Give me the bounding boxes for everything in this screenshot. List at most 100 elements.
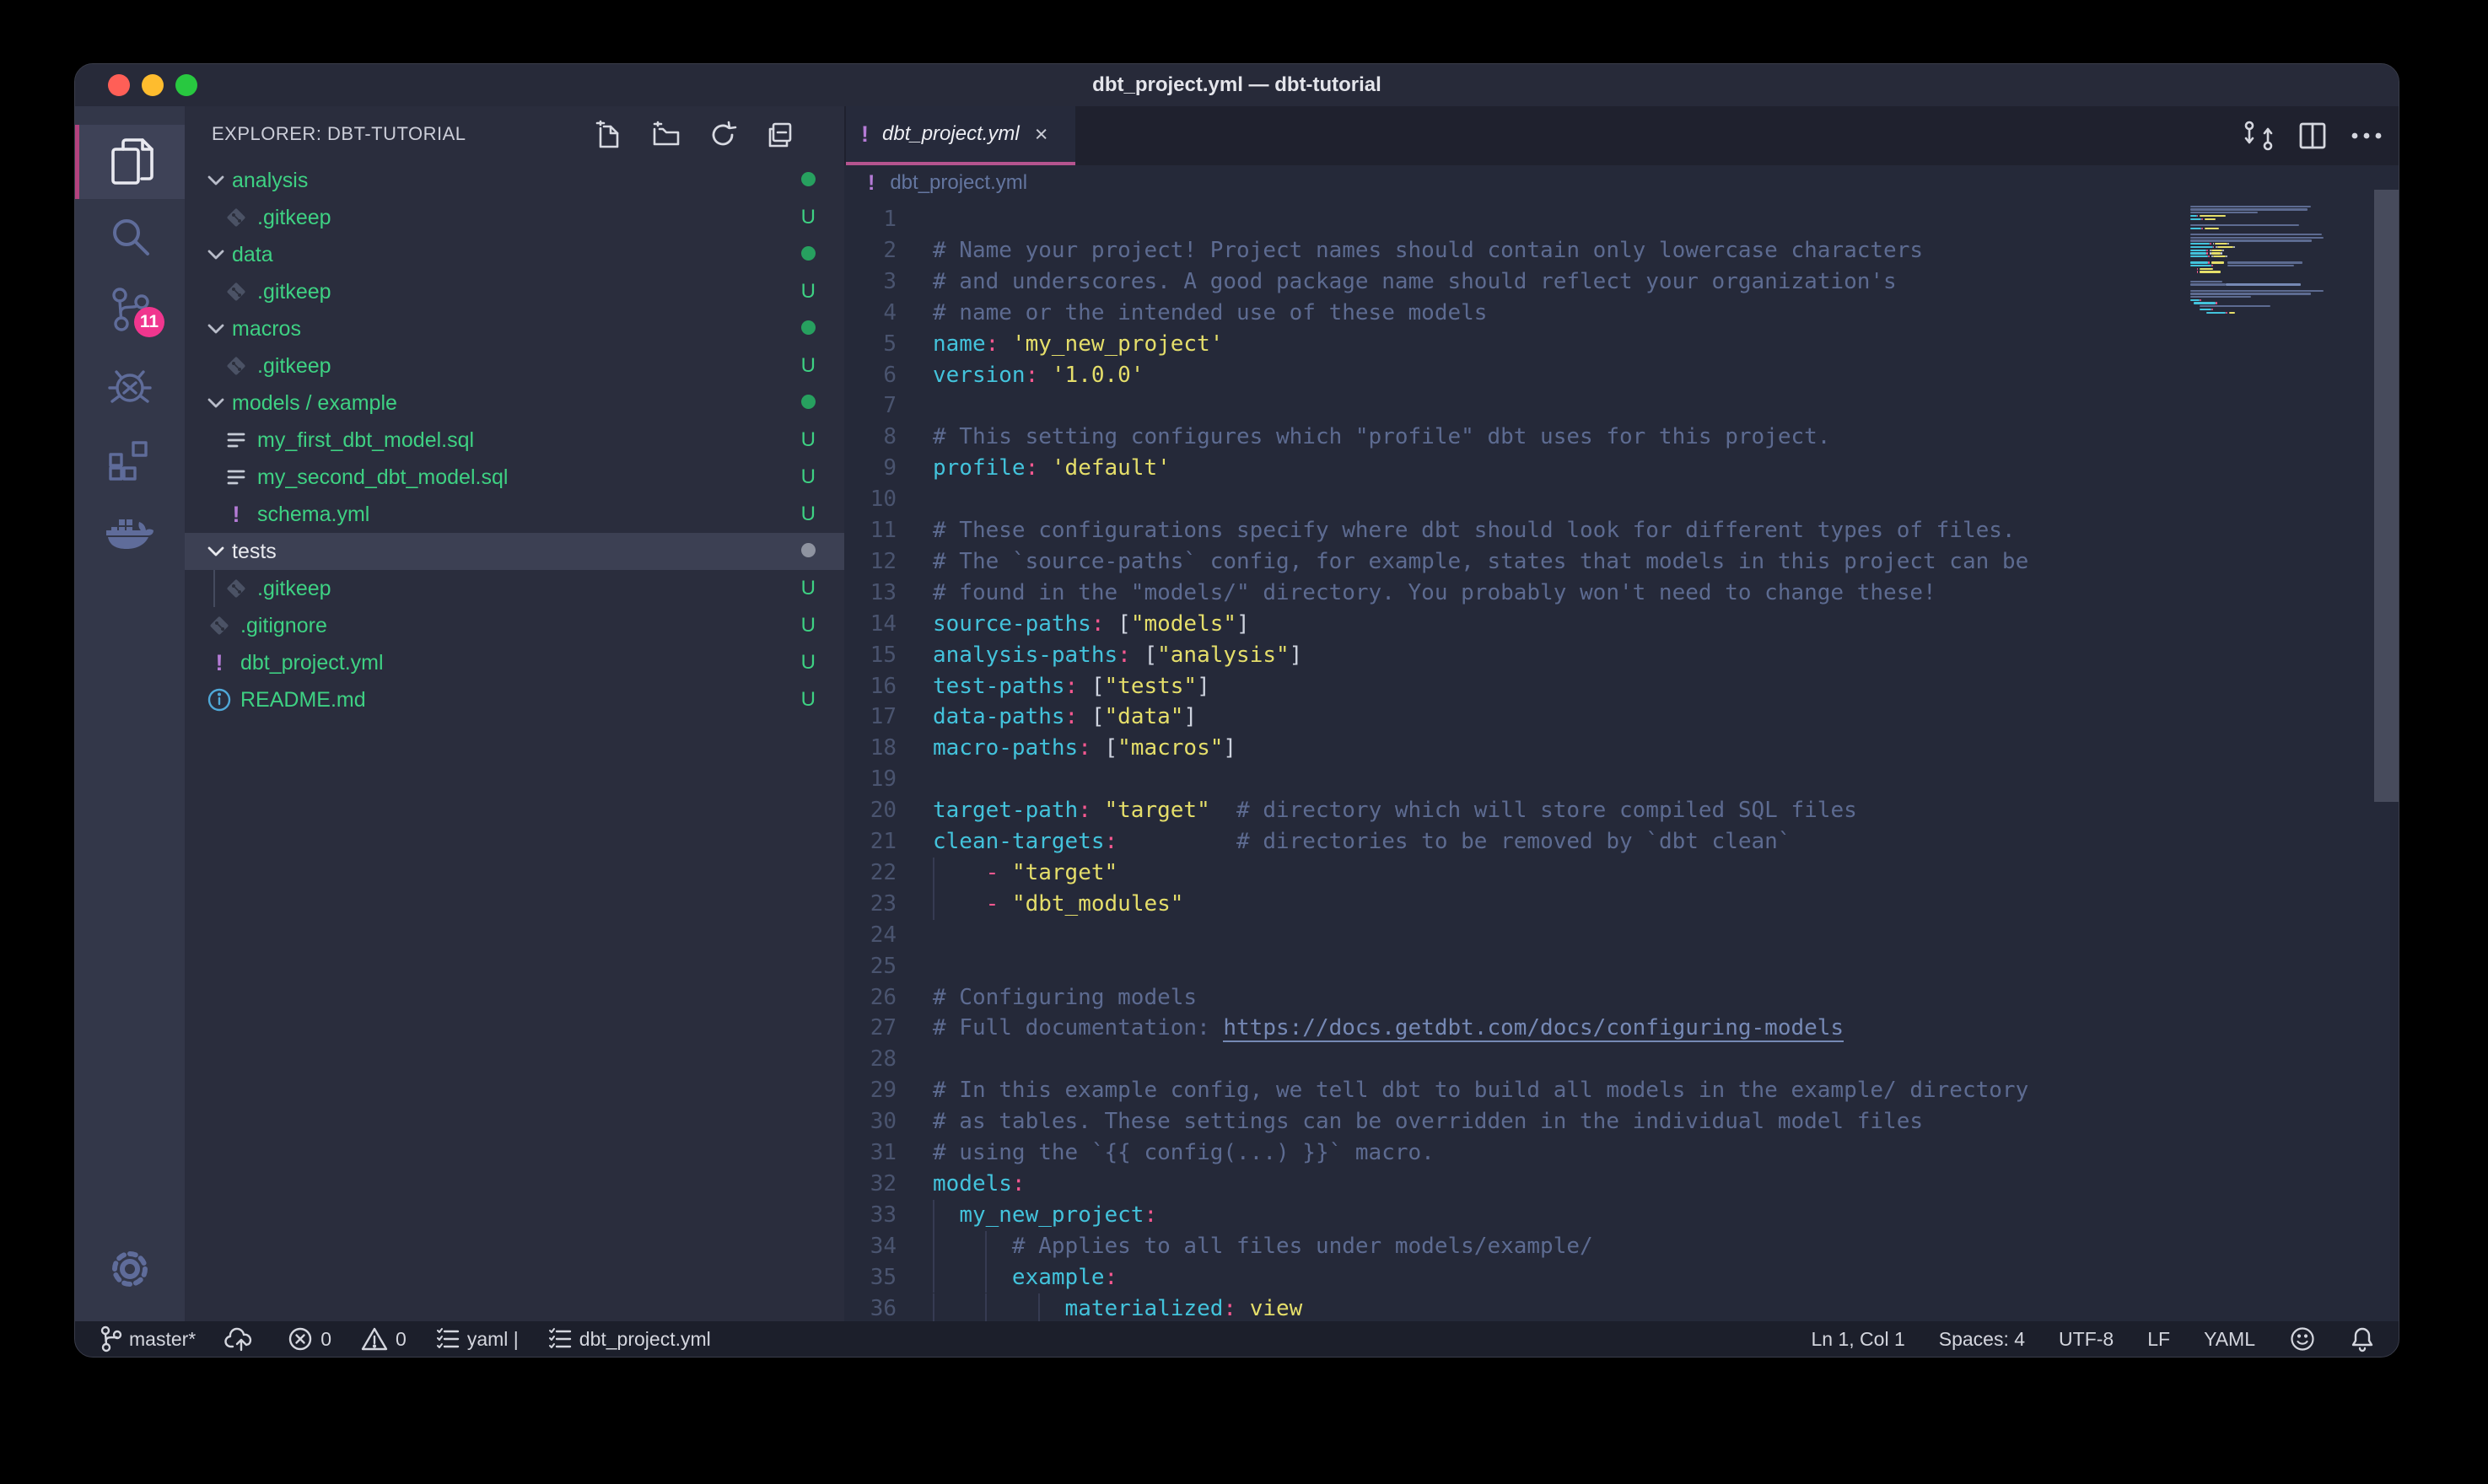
- doc-link[interactable]: https://docs.getdbt.com/docs/configuring…: [1223, 1015, 1844, 1042]
- tree-file-my-first-dbt-model-sql[interactable]: my_first_dbt_model.sqlU: [185, 422, 844, 459]
- status-lf[interactable]: LF: [2147, 1328, 2170, 1351]
- code-line[interactable]: # as tables. These settings can be overr…: [933, 1106, 1923, 1137]
- minimap-line: [2190, 296, 2251, 298]
- refresh-button[interactable]: [704, 116, 741, 153]
- code-line[interactable]: target-path: "target" # directory which …: [933, 795, 1857, 826]
- code-line[interactable]: data-paths: ["data"]: [933, 702, 1197, 733]
- close-tab-icon[interactable]: ×: [1035, 121, 1048, 148]
- code-line[interactable]: # The `source-paths` config, for example…: [933, 546, 2028, 578]
- code-line[interactable]: # using the `{{ config(...) }}` macro.: [933, 1137, 1435, 1169]
- activity-files[interactable]: [75, 125, 185, 199]
- activity-docker[interactable]: [75, 496, 185, 570]
- tree-file--gitkeep[interactable]: .gitkeepU: [185, 273, 844, 310]
- code-line[interactable]: source-paths: ["models"]: [933, 609, 1250, 640]
- new-folder-button[interactable]: [648, 116, 685, 153]
- breadcrumb[interactable]: ! dbt_project.yml: [844, 165, 2399, 201]
- activity-source-control[interactable]: 11: [75, 273, 185, 347]
- line-number: 11: [844, 515, 897, 546]
- code-line[interactable]: # Full documentation: https://docs.getdb…: [933, 1013, 1844, 1044]
- code-token: [1038, 455, 1052, 481]
- activity-extensions[interactable]: [75, 422, 185, 496]
- minimap-line: [2229, 312, 2236, 314]
- code-line[interactable]: # This setting configures which "profile…: [933, 422, 1830, 453]
- minimap-line: [2201, 228, 2203, 229]
- status-yaml[interactable]: yaml |: [435, 1326, 519, 1352]
- status-label: LF: [2147, 1328, 2170, 1351]
- tree-file--gitkeep[interactable]: .gitkeepU: [185, 347, 844, 384]
- status-smiley[interactable]: [2289, 1325, 2316, 1352]
- code-line[interactable]: # Name your project! Project names shoul…: [933, 235, 1923, 266]
- code-line[interactable]: test-paths: ["tests"]: [933, 671, 1210, 702]
- code-line[interactable]: # found in the "models/" directory. You …: [933, 578, 1936, 609]
- new-file-button[interactable]: [591, 116, 628, 153]
- code-token: :: [1026, 455, 1039, 481]
- code-line[interactable]: name: 'my_new_project': [933, 329, 1223, 360]
- activity-debug[interactable]: [75, 347, 185, 422]
- compare-button[interactable]: [2242, 119, 2275, 153]
- code-line[interactable]: version: '1.0.0': [933, 360, 1144, 391]
- code-line[interactable]: # Configuring models: [933, 982, 1197, 1014]
- code-line[interactable]: my_new_project:: [933, 1200, 1157, 1231]
- status-cloud-upload[interactable]: [224, 1326, 258, 1352]
- tree-folder-tests[interactable]: tests: [185, 533, 844, 570]
- tree-file--gitkeep[interactable]: .gitkeepU: [185, 570, 844, 607]
- tree-folder-macros[interactable]: macros: [185, 310, 844, 347]
- split-button[interactable]: [2297, 121, 2328, 151]
- tree-folder-data[interactable]: data: [185, 236, 844, 273]
- collapse-all-button[interactable]: [761, 116, 798, 153]
- tree-file--gitkeep[interactable]: .gitkeepU: [185, 199, 844, 236]
- editor-actions: [2242, 106, 2383, 165]
- scrollbar-thumb[interactable]: [2374, 190, 2399, 802]
- code-line[interactable]: # In this example config, we tell dbt to…: [933, 1075, 2028, 1106]
- status-yaml[interactable]: YAML: [2204, 1328, 2255, 1351]
- status-utf-8[interactable]: UTF-8: [2059, 1328, 2114, 1351]
- status-master[interactable]: master*: [99, 1325, 196, 1353]
- tree-folder-models-example[interactable]: models / example: [185, 384, 844, 422]
- code-line[interactable]: # These configurations specify where dbt…: [933, 515, 2016, 546]
- tree-folder-analysis[interactable]: analysis: [185, 162, 844, 199]
- tree-file-schema-yml[interactable]: !schema.ymlU: [185, 496, 844, 533]
- code-token: :: [1105, 1265, 1118, 1290]
- tab-dbt-project-yml[interactable]: ! dbt_project.yml ×: [846, 106, 1075, 165]
- activity-search[interactable]: [75, 199, 185, 273]
- error-icon: [287, 1325, 314, 1352]
- code-line[interactable]: macro-paths: ["macros"]: [933, 733, 1236, 764]
- code-line[interactable]: example:: [933, 1262, 1117, 1293]
- status-spaces-4[interactable]: Spaces: 4: [1939, 1328, 2025, 1351]
- code-token: data-paths: [933, 704, 1065, 729]
- code-line[interactable]: # name or the intended use of these mode…: [933, 298, 1487, 329]
- line-number: 29: [844, 1075, 897, 1106]
- code-token: [933, 860, 986, 885]
- minimap[interactable]: [2185, 202, 2372, 540]
- code-token: :: [1026, 363, 1039, 388]
- code-editor[interactable]: 12# Name your project! Project names sho…: [844, 201, 2399, 1323]
- code-line[interactable]: # and underscores. A good package name s…: [933, 266, 1897, 298]
- status-0[interactable]: 0: [287, 1325, 331, 1352]
- tree-file-readme-md[interactable]: README.mdU: [185, 681, 844, 718]
- code-line[interactable]: - "dbt_modules": [933, 889, 1183, 920]
- code-line[interactable]: analysis-paths: ["analysis"]: [933, 640, 1302, 671]
- code-token: ]: [1236, 611, 1250, 637]
- code-token: "analysis": [1157, 643, 1290, 668]
- minimap-line: [2211, 252, 2221, 254]
- status-0[interactable]: 0: [360, 1325, 407, 1352]
- activity-settings[interactable]: [75, 1232, 185, 1306]
- status-dbt-project-yml[interactable]: dbt_project.yml: [547, 1326, 711, 1352]
- code-token: 'default': [1052, 455, 1171, 481]
- tree-file--gitignore[interactable]: .gitignoreU: [185, 607, 844, 644]
- status-ln-1-col-1[interactable]: Ln 1, Col 1: [1812, 1328, 1905, 1351]
- status-bell[interactable]: [2350, 1325, 2375, 1352]
- title-bar[interactable]: dbt_project.yml — dbt-tutorial: [75, 64, 2399, 106]
- code-line[interactable]: - "target": [933, 858, 1117, 889]
- code-line[interactable]: profile: 'default': [933, 453, 1171, 484]
- tree-file-my-second-dbt-model-sql[interactable]: my_second_dbt_model.sqlU: [185, 459, 844, 496]
- tree-file-dbt-project-yml[interactable]: !dbt_project.ymlU: [185, 644, 844, 681]
- code-line[interactable]: models:: [933, 1169, 1026, 1200]
- yaml-warn-icon: !: [223, 502, 249, 528]
- code-line[interactable]: clean-targets: # directories to be remov…: [933, 826, 1791, 858]
- chevron-down-icon: [207, 397, 225, 409]
- code-line[interactable]: materialized: view: [933, 1293, 1302, 1324]
- line-number: 26: [844, 982, 897, 1014]
- breadcrumb-file[interactable]: dbt_project.yml: [890, 171, 1027, 195]
- code-line[interactable]: # Applies to all files under models/exam…: [933, 1231, 1593, 1262]
